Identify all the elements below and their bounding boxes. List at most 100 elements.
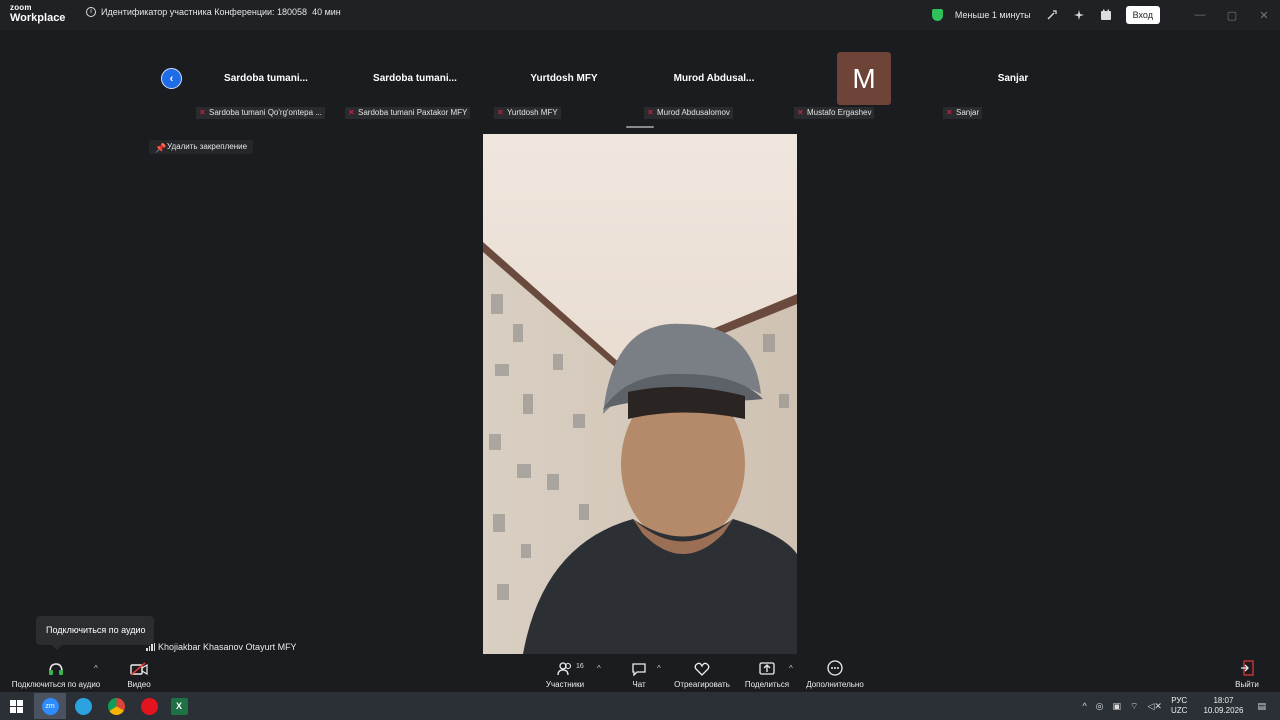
participant-label-text: Yurtdosh MFY	[507, 108, 558, 117]
taskbar-opera[interactable]	[133, 693, 165, 719]
more-label: Дополнительно	[806, 680, 864, 689]
participant-tile[interactable]: Sardoba tumani... ✕ Sardoba tumani Qo'rg…	[192, 52, 340, 122]
sparkle-icon[interactable]	[1072, 8, 1086, 22]
participant-label: ✕ Murod Abdusalomov	[644, 107, 733, 119]
participants-count: 16	[576, 663, 584, 670]
more-button[interactable]: Дополнительно	[804, 654, 866, 692]
tray-chevron-icon[interactable]: ^	[1082, 701, 1086, 711]
sign-in-button[interactable]: Вход	[1125, 6, 1160, 24]
mic-muted-icon: ✕	[348, 108, 355, 117]
close-icon[interactable]: ✕	[1248, 9, 1280, 22]
opera-icon	[140, 697, 158, 715]
excel-icon: X	[170, 697, 188, 715]
participant-label: ✕ Sardoba tumani Qo'rg'ontepa ...	[196, 107, 325, 119]
participant-name: Murod Abdusal...	[673, 73, 755, 84]
windows-logo-icon	[9, 699, 23, 713]
strip-resize-handle[interactable]	[626, 126, 654, 128]
windows-taskbar: zm X ^ ◎ ▣ ⌔ ◁✕ РУС UZC 18:07 10.09.2026…	[0, 692, 1280, 720]
avatar: M	[837, 52, 891, 105]
title-bar: zoom Workplace i Идентификатор участника…	[0, 0, 1280, 30]
mic-muted-icon: ✕	[946, 108, 953, 117]
maximize-icon[interactable]: ▢	[1216, 9, 1248, 22]
participant-tile[interactable]: M ✕ Mustafo Ergashev	[790, 52, 938, 122]
chat-label: Чат	[632, 680, 646, 689]
taskbar-excel[interactable]: X	[163, 693, 195, 719]
unpin-button[interactable]: 📌 Удалить закрепление	[149, 140, 254, 154]
taskbar-zoom[interactable]: zm	[34, 693, 66, 719]
pin-icon: 📌	[155, 143, 167, 153]
telegram-icon	[74, 697, 92, 715]
participant-name: Sardoba tumani...	[224, 73, 308, 84]
share-label: Поделиться	[744, 680, 790, 689]
logo-large: Workplace	[10, 12, 66, 24]
meeting-info[interactable]: i Идентификатор участника Конференции: 1…	[86, 7, 341, 17]
heart-icon	[672, 654, 732, 676]
video-off-icon	[122, 654, 156, 676]
apps-icon[interactable]	[1099, 8, 1113, 22]
join-audio-label: Подключиться по аудио	[11, 680, 101, 689]
participant-name: Sanjar	[997, 73, 1029, 84]
audio-options-caret-icon[interactable]: ^	[94, 664, 98, 673]
input-language[interactable]: РУС UZC	[1171, 696, 1187, 716]
participant-tile[interactable]: Murod Abdusal... ✕ Murod Abdusalomov	[640, 52, 788, 122]
leave-icon	[1232, 654, 1262, 676]
strip-previous-button[interactable]: ‹	[161, 68, 182, 89]
leave-button[interactable]: Выйти	[1232, 654, 1262, 692]
info-icon: i	[86, 7, 96, 17]
lang-top: РУС	[1171, 696, 1188, 705]
clock[interactable]: 18:07 10.09.2026	[1203, 696, 1243, 716]
share-button[interactable]: Поделиться	[744, 654, 790, 692]
participant-label-text: Sardoba tumani Paxtakor MFY	[358, 108, 468, 117]
meeting-toolbar: Подключиться по аудио ^ Видео 16 Участни…	[0, 654, 1280, 692]
participant-label: ✕ Sanjar	[943, 107, 983, 119]
audio-tooltip: Подключиться по аудио	[36, 616, 154, 650]
meeting-id-text: Идентификатор участника Конференции: 180…	[101, 7, 308, 17]
participant-label-text: Sardoba tumani Qo'rg'ontepa ...	[209, 108, 322, 117]
minimize-icon[interactable]: —	[1184, 9, 1216, 21]
mic-muted-icon: ✕	[647, 108, 654, 117]
wifi-icon[interactable]: ⌔	[1130, 701, 1138, 712]
more-icon	[804, 654, 866, 676]
pinned-video[interactable]	[483, 134, 797, 654]
participants-button[interactable]: 16 Участники	[540, 654, 590, 692]
mic-muted-icon: ✕	[199, 108, 206, 117]
participant-tile[interactable]: Sardoba tumani... ✕ Sardoba tumani Paxta…	[341, 52, 489, 122]
video-button[interactable]: Видео	[122, 654, 156, 692]
participant-tile[interactable]: Sanjar ✕ Sanjar	[939, 52, 1087, 122]
mic-muted-icon: ✕	[797, 108, 804, 117]
join-audio-button[interactable]: Подключиться по аудио	[10, 654, 102, 692]
participant-label-text: Mustafo Ergashev	[807, 108, 872, 117]
security-shield-icon[interactable]	[931, 9, 943, 21]
participant-label-text: Sanjar	[956, 108, 980, 117]
ai-companion-icon[interactable]	[1045, 8, 1059, 22]
video-frame-image	[483, 134, 797, 654]
tray-app-icon[interactable]: ◎	[1096, 701, 1104, 712]
share-caret-icon[interactable]: ^	[789, 664, 793, 673]
clock-time: 18:07	[1213, 696, 1234, 705]
tray-screen-icon[interactable]: ▣	[1113, 701, 1122, 712]
participant-name: Sardoba tumani...	[373, 73, 457, 84]
taskbar-chrome[interactable]	[100, 693, 132, 719]
taskbar-telegram[interactable]	[67, 693, 99, 719]
lang-bottom: UZC	[1170, 706, 1188, 715]
participant-label: ✕ Yurtdosh MFY	[494, 107, 561, 119]
volume-muted-icon[interactable]: ◁✕	[1148, 701, 1162, 712]
unpin-label: Удалить закрепление	[167, 142, 248, 151]
notifications-icon[interactable]: ▤	[1257, 701, 1266, 712]
participant-tile[interactable]: Yurtdosh MFY ✕ Yurtdosh MFY	[490, 52, 638, 122]
chat-icon	[624, 654, 654, 676]
participants-caret-icon[interactable]: ^	[597, 664, 601, 673]
participant-label-text: Murod Abdusalomov	[657, 108, 730, 117]
chat-button[interactable]: Чат	[624, 654, 654, 692]
share-screen-icon	[744, 654, 790, 676]
meeting-timer: Меньше 1 минуты	[954, 10, 1031, 20]
signal-bars-icon	[146, 643, 155, 651]
react-button[interactable]: Отреагировать	[672, 654, 732, 692]
react-label: Отреагировать	[674, 680, 730, 689]
participant-name: Yurtdosh MFY	[530, 73, 598, 84]
start-button[interactable]	[0, 693, 32, 719]
system-tray: ^ ◎ ▣ ⌔ ◁✕ РУС UZC 18:07 10.09.2026 ▤	[1082, 692, 1280, 720]
title-bar-right: Меньше 1 минуты Вход — ▢ ✕	[931, 0, 1280, 30]
chat-caret-icon[interactable]: ^	[657, 664, 661, 673]
participant-label: ✕ Mustafo Ergashev	[794, 107, 875, 119]
